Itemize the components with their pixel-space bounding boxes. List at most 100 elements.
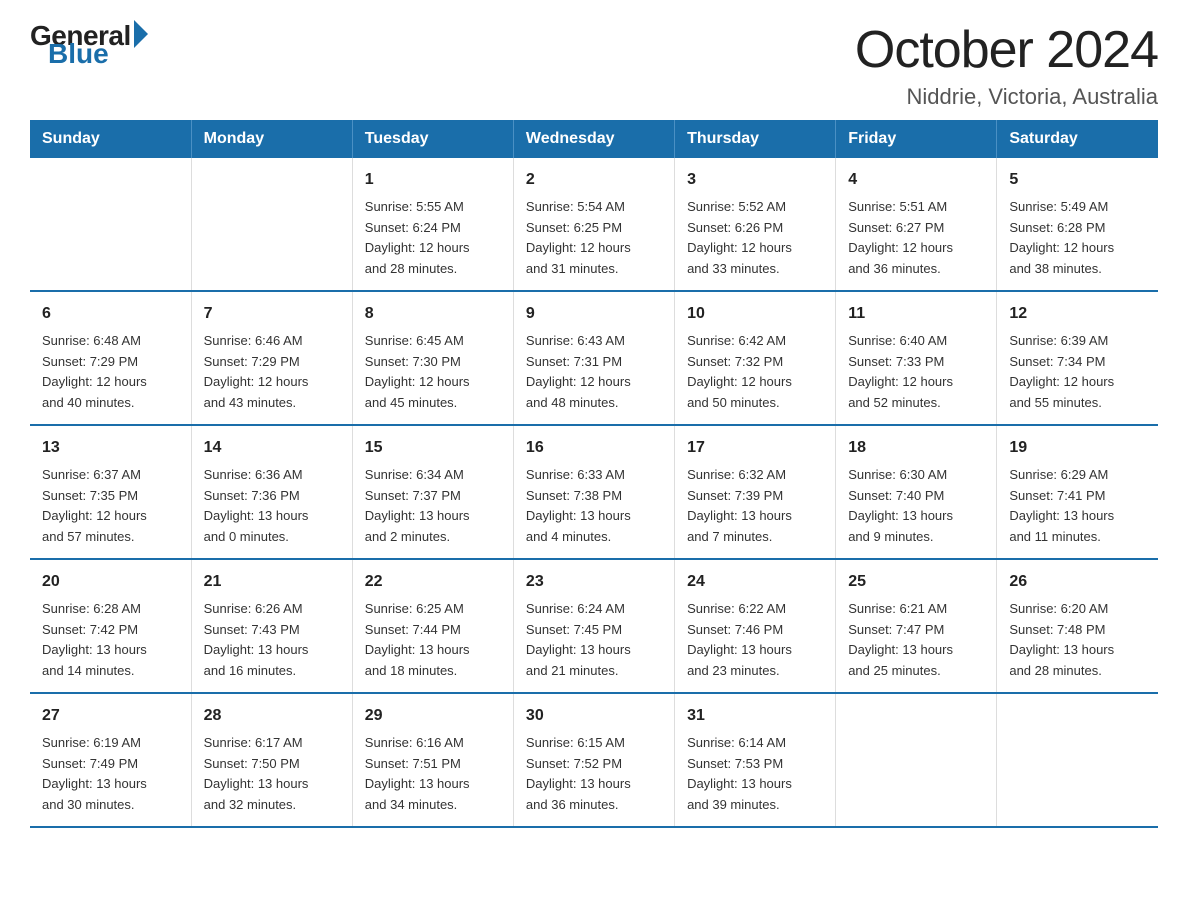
day-number: 14 xyxy=(204,436,340,461)
day-number: 24 xyxy=(687,570,823,595)
day-number: 19 xyxy=(1009,436,1146,461)
location-title: Niddrie, Victoria, Australia xyxy=(855,84,1158,110)
day-info: Sunrise: 5:52 AM Sunset: 6:26 PM Dayligh… xyxy=(687,197,823,280)
day-info: Sunrise: 5:54 AM Sunset: 6:25 PM Dayligh… xyxy=(526,197,662,280)
day-info: Sunrise: 6:16 AM Sunset: 7:51 PM Dayligh… xyxy=(365,733,501,816)
weekday-header-wednesday: Wednesday xyxy=(513,120,674,158)
day-info: Sunrise: 6:24 AM Sunset: 7:45 PM Dayligh… xyxy=(526,599,662,682)
day-info: Sunrise: 5:51 AM Sunset: 6:27 PM Dayligh… xyxy=(848,197,984,280)
day-info: Sunrise: 6:37 AM Sunset: 7:35 PM Dayligh… xyxy=(42,465,179,548)
day-number: 10 xyxy=(687,302,823,327)
calendar-cell: 27 Sunrise: 6:19 AM Sunset: 7:49 PM Dayli… xyxy=(30,693,191,827)
calendar-cell: 4Sunrise: 5:51 AM Sunset: 6:27 PM Daylig… xyxy=(836,158,997,291)
day-info: Sunrise: 6:28 AM Sunset: 7:42 PM Dayligh… xyxy=(42,599,179,682)
calendar-table: SundayMondayTuesdayWednesdayThursdayFrid… xyxy=(30,120,1158,828)
calendar-cell: 3 Sunrise: 5:52 AM Sunset: 6:26 PM Daylig… xyxy=(675,158,836,291)
calendar-cell: 16 Sunrise: 6:33 AM Sunset: 7:38 PM Dayli… xyxy=(513,425,674,559)
day-info: Sunrise: 6:40 AM Sunset: 7:33 PM Dayligh… xyxy=(848,331,984,414)
day-info: Sunrise: 6:32 AM Sunset: 7:39 PM Dayligh… xyxy=(687,465,823,548)
calendar-cell: 12Sunrise: 6:39 AM Sunset: 7:34 PM Dayli… xyxy=(997,291,1158,425)
day-number: 1 xyxy=(365,168,501,193)
day-info: Sunrise: 6:17 AM Sunset: 7:50 PM Dayligh… xyxy=(204,733,340,816)
calendar-cell: 1 Sunrise: 5:55 AM Sunset: 6:24 PM Daylig… xyxy=(352,158,513,291)
calendar-cell: 6 Sunrise: 6:48 AM Sunset: 7:29 PM Daylig… xyxy=(30,291,191,425)
calendar-week-row: 27 Sunrise: 6:19 AM Sunset: 7:49 PM Dayli… xyxy=(30,693,1158,827)
day-info: Sunrise: 6:26 AM Sunset: 7:43 PM Dayligh… xyxy=(204,599,340,682)
day-number: 18 xyxy=(848,436,984,461)
calendar-cell: 8 Sunrise: 6:45 AM Sunset: 7:30 PM Daylig… xyxy=(352,291,513,425)
calendar-cell: 28 Sunrise: 6:17 AM Sunset: 7:50 PM Dayli… xyxy=(191,693,352,827)
day-number: 7 xyxy=(204,302,340,327)
day-info: Sunrise: 5:49 AM Sunset: 6:28 PM Dayligh… xyxy=(1009,197,1146,280)
day-number: 27 xyxy=(42,704,179,729)
calendar-week-row: 20Sunrise: 6:28 AM Sunset: 7:42 PM Dayli… xyxy=(30,559,1158,693)
title-section: October 2024 Niddrie, Victoria, Australi… xyxy=(855,20,1158,110)
calendar-cell: 2 Sunrise: 5:54 AM Sunset: 6:25 PM Daylig… xyxy=(513,158,674,291)
calendar-cell: 22 Sunrise: 6:25 AM Sunset: 7:44 PM Dayli… xyxy=(352,559,513,693)
day-info: Sunrise: 5:55 AM Sunset: 6:24 PM Dayligh… xyxy=(365,197,501,280)
day-info: Sunrise: 6:46 AM Sunset: 7:29 PM Dayligh… xyxy=(204,331,340,414)
calendar-cell: 29Sunrise: 6:16 AM Sunset: 7:51 PM Dayli… xyxy=(352,693,513,827)
calendar-cell: 5 Sunrise: 5:49 AM Sunset: 6:28 PM Daylig… xyxy=(997,158,1158,291)
calendar-cell: 30 Sunrise: 6:15 AM Sunset: 7:52 PM Dayli… xyxy=(513,693,674,827)
day-number: 6 xyxy=(42,302,179,327)
calendar-week-row: 13 Sunrise: 6:37 AM Sunset: 7:35 PM Dayli… xyxy=(30,425,1158,559)
day-number: 16 xyxy=(526,436,662,461)
calendar-week-row: 1 Sunrise: 5:55 AM Sunset: 6:24 PM Daylig… xyxy=(30,158,1158,291)
day-info: Sunrise: 6:42 AM Sunset: 7:32 PM Dayligh… xyxy=(687,331,823,414)
day-number: 23 xyxy=(526,570,662,595)
calendar-cell: 18 Sunrise: 6:30 AM Sunset: 7:40 PM Dayli… xyxy=(836,425,997,559)
day-number: 13 xyxy=(42,436,179,461)
calendar-cell: 7 Sunrise: 6:46 AM Sunset: 7:29 PM Daylig… xyxy=(191,291,352,425)
calendar-cell: 15 Sunrise: 6:34 AM Sunset: 7:37 PM Dayli… xyxy=(352,425,513,559)
day-number: 26 xyxy=(1009,570,1146,595)
logo: General Blue xyxy=(30,20,148,70)
weekday-header-tuesday: Tuesday xyxy=(352,120,513,158)
day-number: 22 xyxy=(365,570,501,595)
day-info: Sunrise: 6:43 AM Sunset: 7:31 PM Dayligh… xyxy=(526,331,662,414)
day-number: 25 xyxy=(848,570,984,595)
weekday-header-friday: Friday xyxy=(836,120,997,158)
calendar-cell xyxy=(836,693,997,827)
page-header: General Blue October 2024 Niddrie, Victo… xyxy=(30,20,1158,110)
weekday-header-saturday: Saturday xyxy=(997,120,1158,158)
day-info: Sunrise: 6:15 AM Sunset: 7:52 PM Dayligh… xyxy=(526,733,662,816)
day-info: Sunrise: 6:34 AM Sunset: 7:37 PM Dayligh… xyxy=(365,465,501,548)
calendar-cell: 13 Sunrise: 6:37 AM Sunset: 7:35 PM Dayli… xyxy=(30,425,191,559)
day-info: Sunrise: 6:45 AM Sunset: 7:30 PM Dayligh… xyxy=(365,331,501,414)
calendar-cell: 10 Sunrise: 6:42 AM Sunset: 7:32 PM Dayli… xyxy=(675,291,836,425)
weekday-header-thursday: Thursday xyxy=(675,120,836,158)
calendar-cell: 26 Sunrise: 6:20 AM Sunset: 7:48 PM Dayli… xyxy=(997,559,1158,693)
calendar-cell: 24Sunrise: 6:22 AM Sunset: 7:46 PM Dayli… xyxy=(675,559,836,693)
day-info: Sunrise: 6:19 AM Sunset: 7:49 PM Dayligh… xyxy=(42,733,179,816)
day-info: Sunrise: 6:33 AM Sunset: 7:38 PM Dayligh… xyxy=(526,465,662,548)
day-number: 2 xyxy=(526,168,662,193)
day-info: Sunrise: 6:48 AM Sunset: 7:29 PM Dayligh… xyxy=(42,331,179,414)
calendar-week-row: 6 Sunrise: 6:48 AM Sunset: 7:29 PM Daylig… xyxy=(30,291,1158,425)
day-number: 3 xyxy=(687,168,823,193)
calendar-cell: 20Sunrise: 6:28 AM Sunset: 7:42 PM Dayli… xyxy=(30,559,191,693)
calendar-cell xyxy=(30,158,191,291)
calendar-cell: 17 Sunrise: 6:32 AM Sunset: 7:39 PM Dayli… xyxy=(675,425,836,559)
day-info: Sunrise: 6:30 AM Sunset: 7:40 PM Dayligh… xyxy=(848,465,984,548)
day-number: 17 xyxy=(687,436,823,461)
calendar-cell: 19Sunrise: 6:29 AM Sunset: 7:41 PM Dayli… xyxy=(997,425,1158,559)
day-number: 15 xyxy=(365,436,501,461)
logo-arrow-icon xyxy=(134,20,148,48)
calendar-header-row: SundayMondayTuesdayWednesdayThursdayFrid… xyxy=(30,120,1158,158)
calendar-cell: 11Sunrise: 6:40 AM Sunset: 7:33 PM Dayli… xyxy=(836,291,997,425)
day-info: Sunrise: 6:20 AM Sunset: 7:48 PM Dayligh… xyxy=(1009,599,1146,682)
day-number: 30 xyxy=(526,704,662,729)
day-number: 12 xyxy=(1009,302,1146,327)
calendar-cell xyxy=(191,158,352,291)
logo-blue-text: Blue xyxy=(48,38,109,70)
day-info: Sunrise: 6:14 AM Sunset: 7:53 PM Dayligh… xyxy=(687,733,823,816)
day-number: 31 xyxy=(687,704,823,729)
day-info: Sunrise: 6:25 AM Sunset: 7:44 PM Dayligh… xyxy=(365,599,501,682)
day-number: 8 xyxy=(365,302,501,327)
calendar-cell: 31 Sunrise: 6:14 AM Sunset: 7:53 PM Dayli… xyxy=(675,693,836,827)
calendar-cell: 21Sunrise: 6:26 AM Sunset: 7:43 PM Dayli… xyxy=(191,559,352,693)
month-title: October 2024 xyxy=(855,20,1158,80)
day-number: 5 xyxy=(1009,168,1146,193)
day-number: 28 xyxy=(204,704,340,729)
